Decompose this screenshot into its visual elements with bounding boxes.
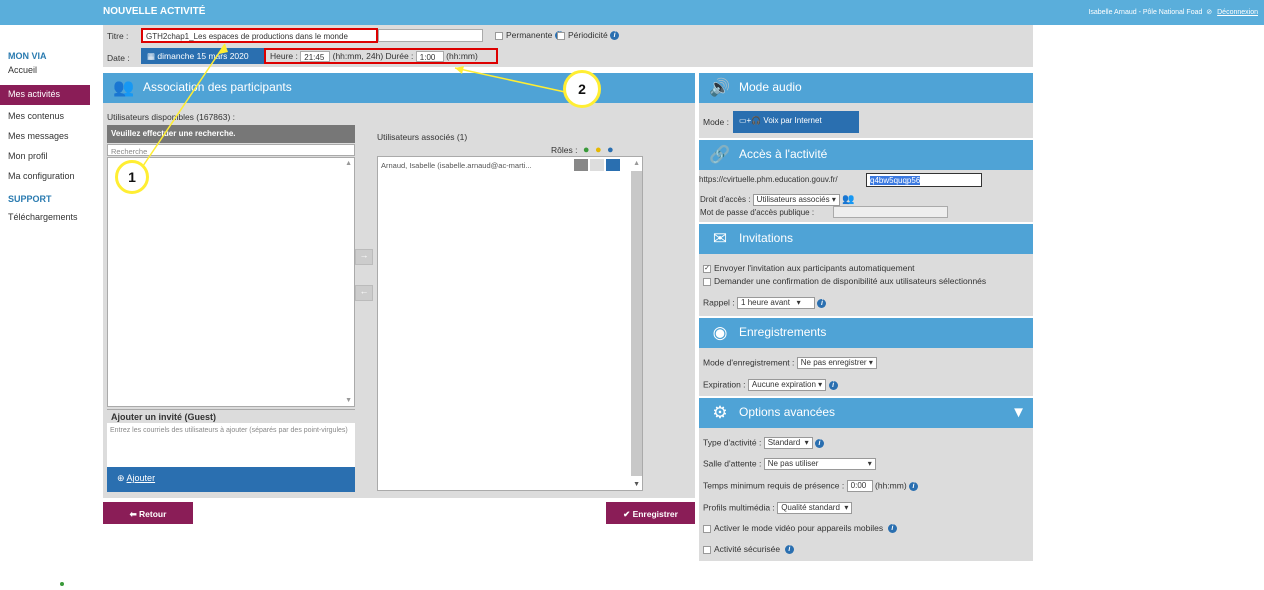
status-dot [60, 582, 64, 586]
annotation-line-2 [454, 67, 566, 93]
annotation-arrowhead-2 [455, 66, 464, 74]
annotation-lines [142, 43, 566, 167]
annotation-badge-1: 1 [115, 160, 149, 194]
annotation-line-1 [142, 43, 226, 167]
annotation-badge-2: 2 [563, 70, 601, 108]
